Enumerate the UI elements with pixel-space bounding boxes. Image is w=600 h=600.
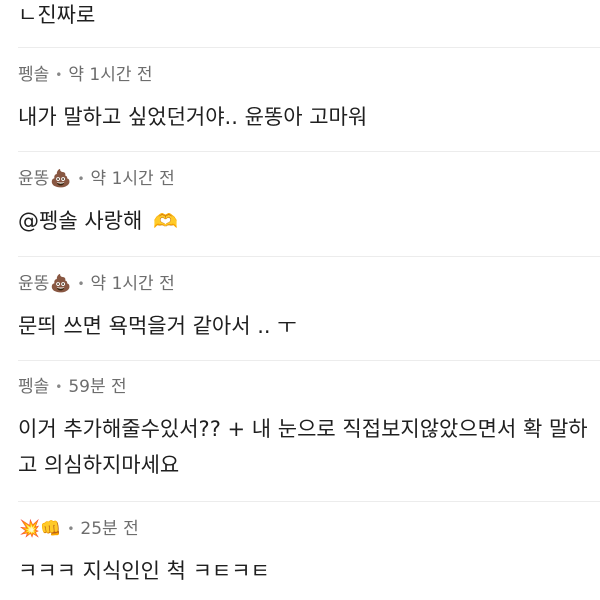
comment-meta: 윤똥 💩 • 약 1시간 전 — [18, 273, 600, 295]
comment-meta: 펭솔 • 59분 전 — [18, 376, 600, 398]
heart-hands-icon: 🫶 — [152, 209, 178, 233]
meta-separator: • — [55, 68, 63, 82]
meta-separator: • — [77, 172, 85, 186]
comment-divider — [18, 501, 600, 502]
comment-divider — [18, 151, 600, 152]
comment-author[interactable]: 윤똥 — [18, 273, 49, 295]
comment-text: 문띄 쓰면 욕먹을거 같아서 .. ㅜ — [18, 314, 297, 338]
comment-meta: 펭솔 • 약 1시간 전 — [18, 64, 600, 86]
comment-item: 윤똥 💩 • 약 1시간 전 @펭솔 사랑해 🫶 — [0, 168, 600, 239]
meta-separator: • — [67, 522, 75, 536]
poop-icon: 💩 — [50, 169, 72, 189]
comment-time: 약 1시간 전 — [90, 169, 175, 189]
comment-list: ㄴ진짜로 펭솔 • 약 1시간 전 내가 말하고 싶었던거야.. 윤똥아 고마워… — [0, 0, 600, 600]
meta-separator: • — [55, 380, 63, 394]
comment-item: 윤똥 💩 • 약 1시간 전 문띄 쓰면 욕먹을거 같아서 .. ㅜ — [0, 273, 600, 344]
comment-time: 59분 전 — [68, 377, 127, 397]
comment-text: ㄴ진짜로 — [18, 3, 96, 27]
comment-meta: 💥👊 • 25분 전 — [18, 518, 600, 540]
comment-text: ㅋㅋㅋ 지식인인 척 ㅋㅌㅋㅌ — [18, 559, 270, 583]
comment-author[interactable]: 펭솔 — [18, 64, 49, 86]
comment-time: 약 1시간 전 — [90, 274, 175, 294]
comment-text: @펭솔 사랑해 — [18, 209, 143, 233]
comment-text: 내가 말하고 싶었던거야.. 윤똥아 고마워 — [18, 105, 368, 129]
comment-meta: 윤똥 💩 • 약 1시간 전 — [18, 168, 600, 190]
comment-item: ㄴ진짜로 — [0, 0, 600, 30]
comment-author[interactable]: 윤똥 — [18, 168, 49, 190]
comment-divider — [18, 47, 600, 48]
comment-item: 펭솔 • 약 1시간 전 내가 말하고 싶었던거야.. 윤똥아 고마워 — [0, 64, 600, 135]
comment-text-row: @펭솔 사랑해 🫶 — [18, 203, 600, 239]
comment-item: 💥👊 • 25분 전 ㅋㅋㅋ 지식인인 척 ㅋㅌㅋㅌ — [0, 518, 600, 589]
comment-text: 이거 추가해줄수있서?? + 내 눈으로 직접보지않았으면서 확 말하고 의심하… — [18, 417, 588, 477]
comment-author[interactable]: 펭솔 — [18, 376, 49, 398]
comment-time: 약 1시간 전 — [68, 65, 153, 85]
comment-item: 펭솔 • 59분 전 이거 추가해줄수있서?? + 내 눈으로 직접보지않았으면… — [0, 376, 600, 483]
meta-separator: • — [77, 277, 85, 291]
comment-divider — [18, 360, 600, 361]
comment-divider — [18, 256, 600, 257]
author-emoji-icon[interactable]: 💥👊 — [19, 518, 61, 540]
comment-time: 25분 전 — [80, 519, 139, 539]
poop-icon: 💩 — [50, 274, 72, 294]
